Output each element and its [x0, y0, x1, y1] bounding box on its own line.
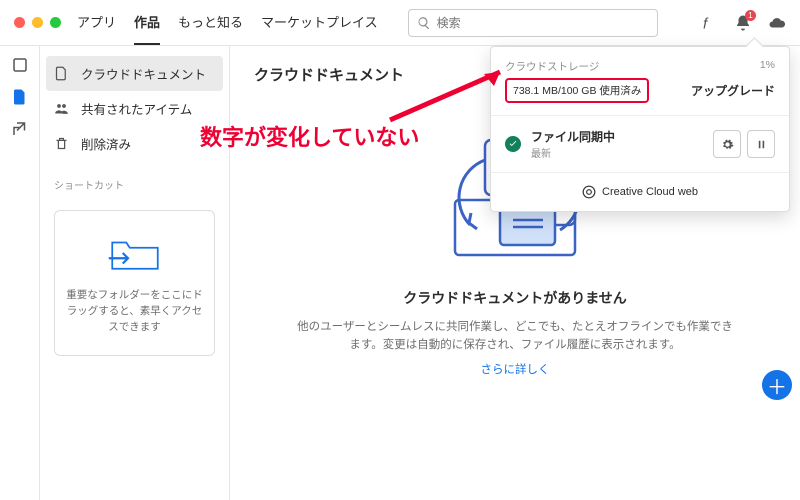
search-icon — [417, 16, 431, 30]
gear-icon — [721, 138, 734, 151]
folder-arrow-icon — [107, 231, 163, 275]
svg-text:f: f — [703, 15, 709, 32]
gear-button[interactable] — [713, 130, 741, 158]
search-box[interactable] — [408, 9, 658, 37]
sync-status: 最新 — [531, 145, 615, 160]
search-input[interactable] — [437, 16, 649, 30]
pause-button[interactable] — [747, 130, 775, 158]
storage-heading: クラウドストレージ — [505, 59, 599, 74]
sidebar-item-label: 削除済み — [81, 134, 131, 153]
cloud-popover: クラウドストレージ 1% 738.1 MB/100 GB 使用済み アップグレー… — [490, 46, 790, 212]
tab-know[interactable]: もっと知る — [178, 0, 243, 45]
window-controls[interactable] — [14, 17, 61, 28]
shortcut-dropzone[interactable]: 重要なフォルダーをここにドラッグすると、素早くアクセスできます — [54, 210, 215, 356]
tab-works[interactable]: 作品 — [134, 0, 160, 45]
sidebar-item-label: クラウドドキュメント — [81, 64, 206, 83]
cc-logo-icon — [582, 185, 596, 199]
pause-icon — [755, 138, 768, 151]
sidebar-item-label: 共有されたアイテム — [81, 99, 192, 118]
shortcut-heading: ショートカット — [40, 161, 229, 200]
rail-files-icon[interactable] — [11, 88, 29, 106]
tab-apps[interactable]: アプリ — [77, 0, 116, 45]
sync-title: ファイル同期中 — [531, 128, 615, 145]
upgrade-button[interactable]: アップグレード — [691, 82, 775, 99]
storage-percent: 1% — [760, 59, 775, 74]
empty-text: 他のユーザーとシームレスに共同作業し、どこでも、たとえオフラインでも作業できます… — [295, 318, 735, 355]
bell-icon[interactable]: 1 — [734, 14, 752, 32]
sidebar-item-cloud-docs[interactable]: クラウドドキュメント — [46, 56, 223, 91]
rail-share-icon[interactable] — [11, 120, 29, 138]
empty-heading: クラウドドキュメントがありません — [295, 288, 735, 308]
cc-web-link[interactable]: Creative Cloud web — [491, 173, 789, 211]
shortcut-text: 重要なフォルダーをここにドラッグすると、素早くアクセスできます — [65, 288, 204, 335]
rail-home-icon[interactable] — [11, 56, 29, 74]
storage-usage: 738.1 MB/100 GB 使用済み — [505, 78, 649, 103]
learn-more-link[interactable]: さらに詳しく — [481, 364, 550, 376]
people-icon — [54, 101, 69, 116]
file-icon — [54, 66, 69, 81]
tab-market[interactable]: マーケットプレイス — [261, 0, 378, 45]
trash-icon — [54, 136, 69, 151]
sidebar-item-deleted[interactable]: 削除済み — [40, 126, 229, 161]
cloud-icon[interactable] — [768, 14, 786, 32]
font-icon[interactable]: f — [700, 14, 718, 32]
notif-badge: 1 — [745, 10, 756, 21]
sidebar-item-shared[interactable]: 共有されたアイテム — [40, 91, 229, 126]
add-fab[interactable]: ＋ — [762, 370, 792, 400]
check-icon — [505, 136, 521, 152]
